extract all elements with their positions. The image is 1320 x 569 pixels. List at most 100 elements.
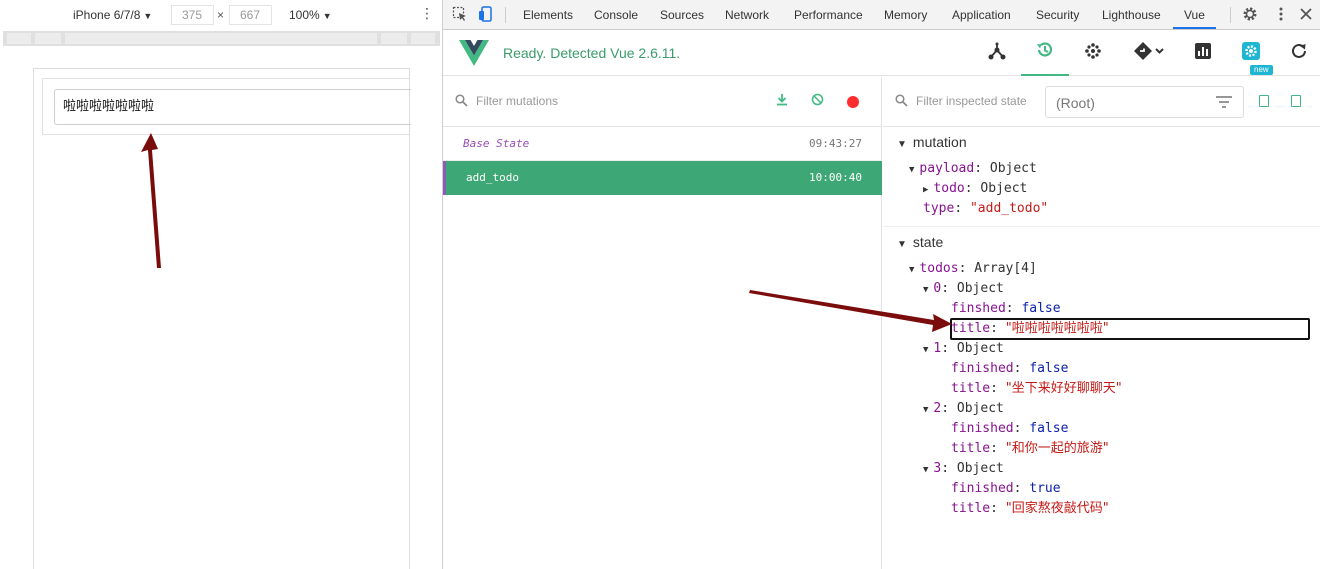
collapse-triangle-icon: ▼ — [897, 239, 907, 250]
value: Object — [956, 341, 1004, 356]
tree-node-todo[interactable]: ▶ todo: Object — [923, 179, 1027, 200]
value: "和你一起的旅游" — [1005, 441, 1109, 456]
ruler-segment[interactable] — [7, 33, 31, 44]
todo-input[interactable]: 啦啦啦啦啦啦啦 — [54, 89, 411, 125]
device-toolbar: iPhone 6/7/8 ▼ 375 × 667 100% ▼ ⋮ — [0, 0, 442, 31]
tab-security[interactable]: Security — [1036, 8, 1079, 22]
routing-tab-button[interactable] — [1119, 30, 1179, 76]
inspect-element-icon[interactable] — [452, 6, 468, 26]
value: true — [1029, 481, 1061, 496]
tree-node-todos[interactable]: ▼ todos: Array[4] — [909, 259, 1037, 280]
tab-elements[interactable]: Elements — [523, 8, 573, 22]
expand-triangle-icon: ▼ — [923, 405, 929, 415]
tab-lighthouse[interactable]: Lighthouse — [1102, 8, 1161, 22]
tree-node-finished: finished: false — [951, 361, 1069, 376]
device-more-icon[interactable]: ⋮ — [420, 5, 434, 22]
paste-icon[interactable] — [1291, 95, 1301, 107]
tree-node-finished: finshed: false — [951, 301, 1061, 316]
mutation-time: 09:43:27 — [809, 137, 862, 150]
key: finished — [951, 421, 1014, 436]
mutation-row-add-todo[interactable]: add_todo 10:00:40 — [443, 161, 882, 195]
state-inspector-pane: Filter inspected state (Root) ▼ mutation … — [883, 77, 1320, 569]
key: title — [951, 501, 991, 516]
device-height-input[interactable]: 667 — [229, 5, 272, 25]
tree-node-title: title: "和你一起的旅游" — [951, 441, 1109, 456]
refresh-button[interactable] — [1275, 30, 1320, 76]
tree-node-todo-item[interactable]: ▼ 1: Object — [923, 339, 1004, 360]
key: todos — [919, 261, 959, 276]
mutation-name: add_todo — [466, 171, 519, 184]
copy-icon[interactable] — [1259, 95, 1269, 107]
state-root-select[interactable]: (Root) — [1045, 86, 1244, 118]
state-section-header[interactable]: ▼ state — [897, 234, 1320, 250]
performance-tab-button[interactable] — [1179, 30, 1227, 76]
collapse-triangle-icon: ▼ — [897, 139, 907, 150]
todo-app-card: 啦啦啦啦啦啦啦 — [42, 78, 411, 135]
components-tab-button[interactable] — [973, 30, 1021, 76]
tab-vue[interactable]: Vue — [1184, 8, 1205, 22]
tab-network[interactable]: Network — [725, 8, 769, 22]
more-options-icon[interactable] — [1273, 6, 1289, 26]
value: Object — [956, 461, 1004, 476]
tree-node-type: type: "add_todo" — [923, 201, 1049, 216]
device-viewport: 啦啦啦啦啦啦啦 — [33, 68, 411, 569]
key: payload — [919, 161, 975, 176]
device-toolbar-icon[interactable] — [478, 6, 494, 26]
ruler-segment[interactable] — [65, 33, 377, 44]
search-icon — [455, 94, 468, 110]
value: false — [1021, 301, 1061, 316]
commit-all-icon[interactable] — [776, 93, 788, 109]
value: Array[4] — [974, 261, 1037, 276]
ruler-segment[interactable] — [381, 33, 407, 44]
filter-state-input[interactable]: Filter inspected state — [916, 94, 1027, 108]
state-section-title: state — [912, 234, 944, 250]
mutation-section-header[interactable]: ▼ mutation — [897, 134, 1320, 150]
zoom-caret-icon: ▼ — [322, 11, 332, 21]
ruler-segment[interactable] — [35, 33, 61, 44]
key: type — [923, 201, 955, 216]
mutations-filter-bar: Filter mutations — [443, 77, 881, 127]
key: finished — [951, 361, 1014, 376]
highlight-box — [950, 318, 1310, 340]
mutation-name: Base State — [463, 137, 530, 150]
vuex-tab-button[interactable] — [1021, 30, 1069, 76]
events-tab-button[interactable] — [1069, 30, 1117, 76]
mutation-row-base-state[interactable]: Base State 09:43:27 — [443, 127, 882, 161]
tree-node-title: title: "坐下来好好聊聊天" — [951, 381, 1122, 396]
tab-performance[interactable]: Performance — [794, 8, 863, 22]
tab-memory[interactable]: Memory — [884, 8, 927, 22]
value: Object — [956, 401, 1004, 416]
value: Object — [956, 281, 1004, 296]
refresh-icon — [1290, 42, 1308, 65]
close-icon[interactable] — [1298, 6, 1314, 26]
device-select[interactable]: iPhone 6/7/8 ▼ — [73, 8, 152, 22]
filter-mutations-input[interactable]: Filter mutations — [476, 94, 558, 108]
key: title — [951, 441, 991, 456]
vue-status-text: Ready. Detected Vue 2.6.11. — [503, 45, 681, 61]
record-icon[interactable] — [847, 96, 859, 108]
key: 2 — [933, 401, 942, 416]
tab-console[interactable]: Console — [594, 8, 638, 22]
tree-node-todo-item[interactable]: ▼ 0: Object — [923, 279, 1004, 300]
key: 0 — [933, 281, 942, 296]
tree-node-todo-item[interactable]: ▼ 2: Object — [923, 399, 1004, 420]
devtools-panel: Elements Console Sources Network Perform… — [443, 0, 1320, 569]
revert-all-icon[interactable] — [811, 93, 824, 109]
value: Object — [989, 161, 1037, 176]
key: 1 — [933, 341, 942, 356]
ruler-segment[interactable] — [411, 33, 435, 44]
expand-triangle-icon: ▼ — [923, 345, 929, 355]
tab-sources[interactable]: Sources — [660, 8, 704, 22]
device-width-input[interactable]: 375 — [171, 5, 214, 25]
tab-application[interactable]: Application — [952, 8, 1011, 22]
tree-node-title: title: "回家熬夜敲代码" — [951, 501, 1109, 516]
value: false — [1029, 421, 1069, 436]
tree-node-todo-item[interactable]: ▼ 3: Object — [923, 459, 1004, 480]
expand-triangle-icon: ▶ — [923, 185, 929, 195]
tree-node-payload[interactable]: ▼ payload: Object — [909, 159, 1037, 180]
key: todo — [933, 181, 965, 196]
media-query-ruler — [3, 31, 440, 46]
value: "坐下来好好聊聊天" — [1005, 381, 1122, 396]
settings-gear-icon[interactable] — [1242, 6, 1258, 26]
zoom-select[interactable]: 100% ▼ — [289, 8, 332, 22]
